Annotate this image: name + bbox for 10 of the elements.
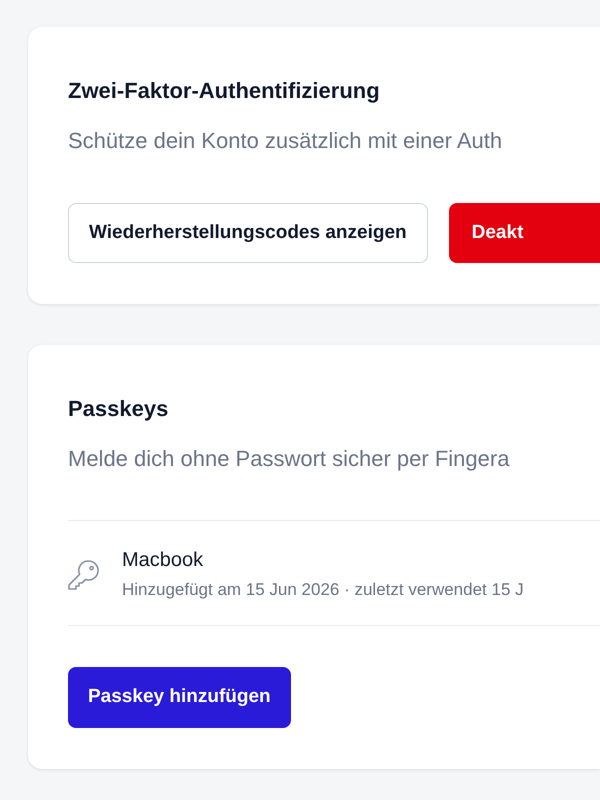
key-icon [68,560,100,590]
passkey-name: Macbook [122,548,204,573]
section-description: Schütze dein Konto zusätzlich mit einer Auth [68,127,504,155]
section-title: Zwei-Faktor-Authentifizierung [68,77,381,105]
deactivate-button[interactable]: Deakt [448,203,600,263]
passkey-details: Hinzugefügt am 15 Jun 2026 · zuletzt verwendet 15 J [122,579,524,601]
section-title: Passkeys [68,395,170,423]
recovery-codes-button[interactable]: Wiederherstellungscodes anzeigen [68,203,428,263]
section-description: Melde dich ohne Passwort sicher per Fingera [68,445,510,473]
add-passkey-button[interactable]: Passkey hinzufügen [68,667,291,728]
